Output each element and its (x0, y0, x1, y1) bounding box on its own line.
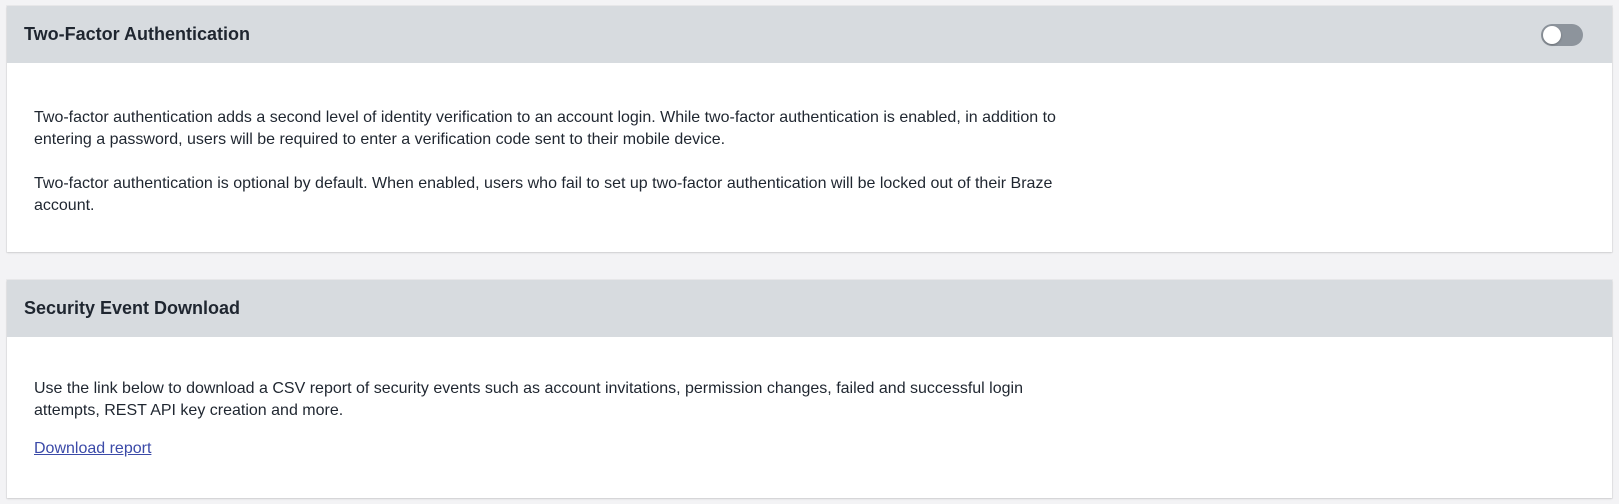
toggle-knob (1543, 25, 1561, 44)
security-event-description: Use the link below to download a CSV rep… (34, 380, 1023, 419)
two-factor-body: Two-factor authentication adds a second … (7, 63, 1612, 217)
security-event-title: Security Event Download (24, 298, 241, 318)
security-event-body: Use the link below to download a CSV rep… (7, 337, 1612, 460)
two-factor-description-1: Two-factor authentication adds a second … (34, 109, 1056, 148)
two-factor-description-2: Two-factor authentication is optional by… (34, 175, 1053, 214)
two-factor-card: Two-Factor Authentication Two-factor aut… (7, 6, 1612, 252)
download-report-link[interactable]: Download report (34, 440, 151, 457)
two-factor-header: Two-Factor Authentication (7, 6, 1612, 63)
security-event-header: Security Event Download (7, 280, 1612, 337)
two-factor-toggle[interactable] (1541, 23, 1583, 46)
two-factor-title: Two-Factor Authentication (24, 24, 250, 44)
security-event-card: Security Event Download Use the link bel… (7, 280, 1612, 498)
